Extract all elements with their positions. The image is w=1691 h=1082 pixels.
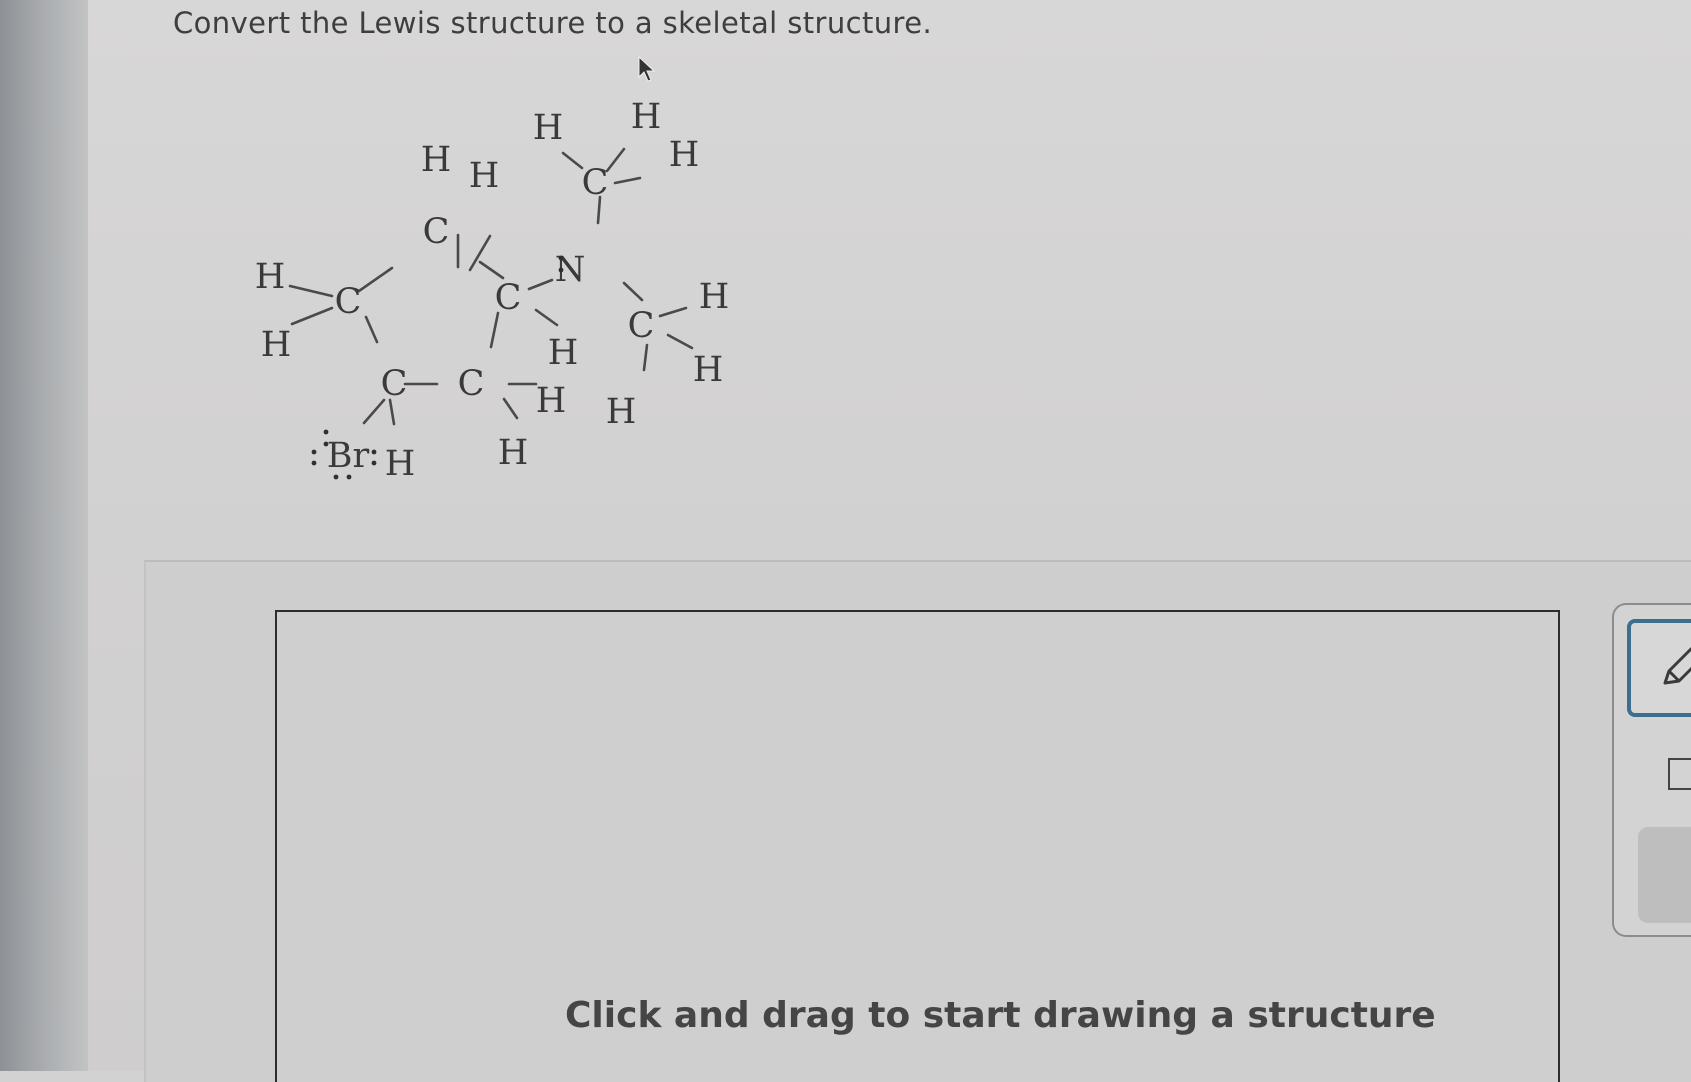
svg-text:H: H bbox=[631, 97, 662, 137]
eraser-icon[interactable] bbox=[1668, 758, 1691, 790]
svg-text:H: H bbox=[261, 325, 292, 365]
svg-text:C: C bbox=[628, 306, 655, 346]
svg-text:H: H bbox=[469, 156, 500, 196]
mouse-cursor-icon bbox=[638, 55, 656, 82]
svg-text:H: H bbox=[699, 277, 730, 317]
canvas-hint: Click and drag to start drawing a struct… bbox=[565, 995, 1436, 1036]
svg-text:C: C bbox=[381, 364, 408, 404]
svg-text:H: H bbox=[536, 381, 567, 421]
tool-panel-button[interactable] bbox=[1638, 827, 1691, 923]
lewis-structure: H H C H H C C C C H H H H H H H C N C H … bbox=[255, 97, 730, 484]
svg-text:C: C bbox=[582, 163, 609, 203]
svg-text:C: C bbox=[423, 212, 450, 252]
svg-text:Br: Br bbox=[327, 436, 370, 476]
svg-text:H: H bbox=[255, 257, 286, 297]
atom-labels: H H C H H C C C C H H H H H H H C N C H … bbox=[255, 97, 730, 484]
svg-text:H: H bbox=[498, 433, 529, 473]
svg-text:H: H bbox=[385, 444, 416, 484]
pencil-icon bbox=[1663, 647, 1691, 685]
svg-text:H: H bbox=[606, 392, 637, 432]
question-prompt: Convert the Lewis structure to a skeleta… bbox=[173, 6, 933, 40]
svg-text:C: C bbox=[335, 282, 362, 322]
svg-text:H: H bbox=[669, 135, 700, 175]
screen-edge bbox=[0, 0, 88, 1071]
svg-text:C: C bbox=[495, 278, 522, 318]
draw-tool-button[interactable] bbox=[1627, 619, 1691, 717]
svg-text:H: H bbox=[693, 350, 724, 390]
svg-text:H: H bbox=[548, 333, 579, 373]
svg-text:H: H bbox=[421, 140, 452, 180]
svg-text:C: C bbox=[458, 364, 485, 404]
svg-text:H: H bbox=[533, 108, 564, 148]
